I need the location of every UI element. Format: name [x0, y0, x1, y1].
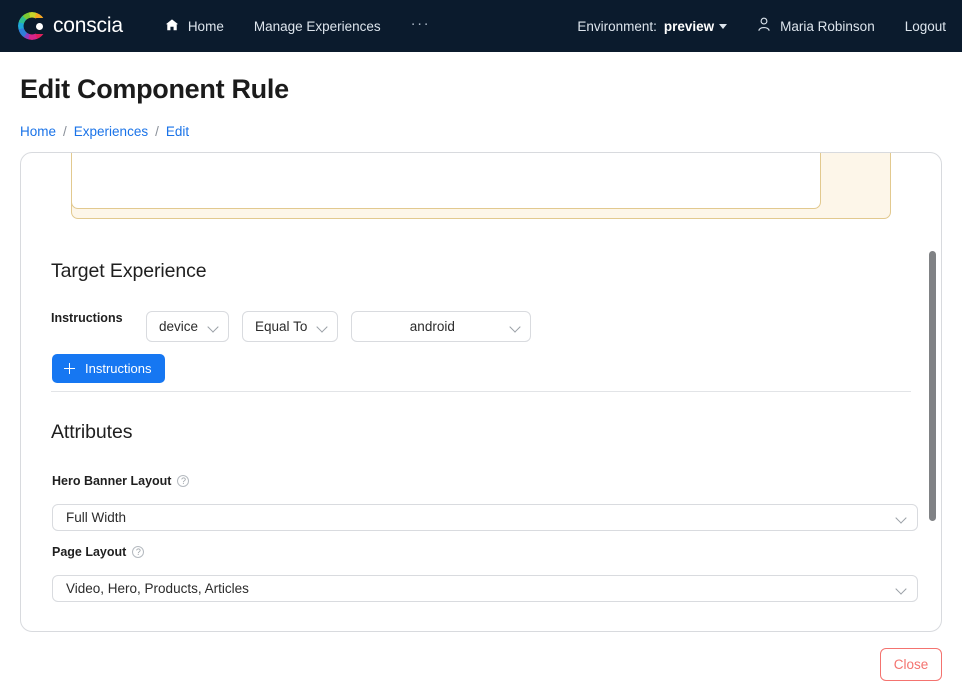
environment-selector[interactable]: Environment: preview [577, 18, 728, 34]
target-experience-heading: Target Experience [51, 260, 207, 282]
instructions-label-text: Instructions [51, 311, 123, 325]
breadcrumb-item-home[interactable]: Home [20, 124, 56, 139]
section-divider [51, 391, 911, 392]
question-mark-circle-icon[interactable]: ? [177, 475, 190, 487]
plus-icon [64, 363, 75, 374]
card-scrollbar-track[interactable] [928, 251, 937, 621]
chevron-down-icon [208, 321, 219, 332]
nav-right-area: Environment: preview Maria Robinson Logo… [577, 17, 946, 35]
condition-operator-value: Equal To [255, 319, 308, 334]
edit-rule-card: device Equal To android Target Experienc… [20, 152, 942, 632]
hero-banner-layout-value: Full Width [66, 510, 127, 525]
user-menu[interactable]: Maria Robinson [757, 17, 875, 35]
environment-label: Environment: [577, 18, 657, 34]
chevron-down-icon [317, 321, 328, 332]
page-header: Edit Component Rule Home / Experiences /… [0, 52, 962, 139]
logout-link[interactable]: Logout [905, 19, 946, 34]
hero-banner-layout-label-text: Hero Banner Layout [52, 474, 172, 488]
breadcrumb-item-experiences[interactable]: Experiences [74, 124, 148, 139]
question-mark-circle-icon[interactable]: ? [132, 546, 145, 558]
hero-banner-layout-select[interactable]: Full Width [52, 504, 918, 531]
nav-links: Home Manage Experiences ··· [165, 15, 430, 38]
close-button[interactable]: Close [880, 648, 942, 681]
nav-item-manage-experiences[interactable]: Manage Experiences [254, 19, 381, 34]
page-title: Edit Component Rule [20, 74, 289, 104]
card-scrollbar-thumb[interactable] [929, 251, 936, 521]
breadcrumb-item-edit[interactable]: Edit [166, 124, 189, 139]
condition-row: device Equal To android [146, 311, 532, 342]
breadcrumb: Home / Experiences / Edit [20, 124, 962, 139]
page-layout-select[interactable]: Video, Hero, Products, Articles [52, 575, 918, 602]
condition-value-select[interactable]: android [351, 311, 532, 342]
page-layout-label: Page Layout ? [52, 545, 145, 559]
add-instructions-button-label: Instructions [85, 361, 152, 376]
chevron-down-icon [896, 583, 907, 594]
page-layout-label-text: Page Layout [52, 545, 127, 559]
top-navbar: conscia Home Manage Experiences ··· Envi… [0, 0, 962, 52]
nav-item-home[interactable]: Home [165, 18, 224, 35]
condition-field-value: device [159, 319, 199, 334]
hero-banner-layout-label: Hero Banner Layout ? [52, 474, 190, 488]
condition-group-inner [71, 153, 821, 209]
breadcrumb-separator: / [63, 124, 67, 139]
chevron-down-icon [719, 23, 728, 29]
attributes-heading: Attributes [51, 421, 133, 443]
page-layout-value: Video, Hero, Products, Articles [66, 581, 249, 596]
condition-field-select[interactable]: device [146, 311, 230, 342]
card-scroll-region: device Equal To android Target Experienc… [21, 153, 941, 631]
nav-overflow-menu-icon[interactable]: ··· [411, 15, 431, 38]
condition-operator-select[interactable]: Equal To [242, 311, 339, 342]
nav-item-home-label: Home [187, 18, 224, 34]
conscia-ring-logo-icon [18, 12, 47, 40]
environment-value: preview [663, 18, 715, 34]
nav-item-manage-experiences-label: Manage Experiences [253, 18, 381, 34]
instructions-label: Instructions [51, 311, 123, 325]
brand-logo-area[interactable]: conscia [18, 12, 123, 40]
user-icon [757, 17, 771, 35]
chevron-down-icon [896, 512, 907, 523]
breadcrumb-separator: / [155, 124, 159, 139]
chevron-down-icon [510, 321, 521, 332]
add-instructions-button[interactable]: Instructions [52, 354, 166, 383]
user-name: Maria Robinson [780, 18, 875, 34]
condition-value-value: android [409, 319, 455, 334]
home-icon [165, 18, 179, 35]
brand-name: conscia [53, 14, 123, 37]
